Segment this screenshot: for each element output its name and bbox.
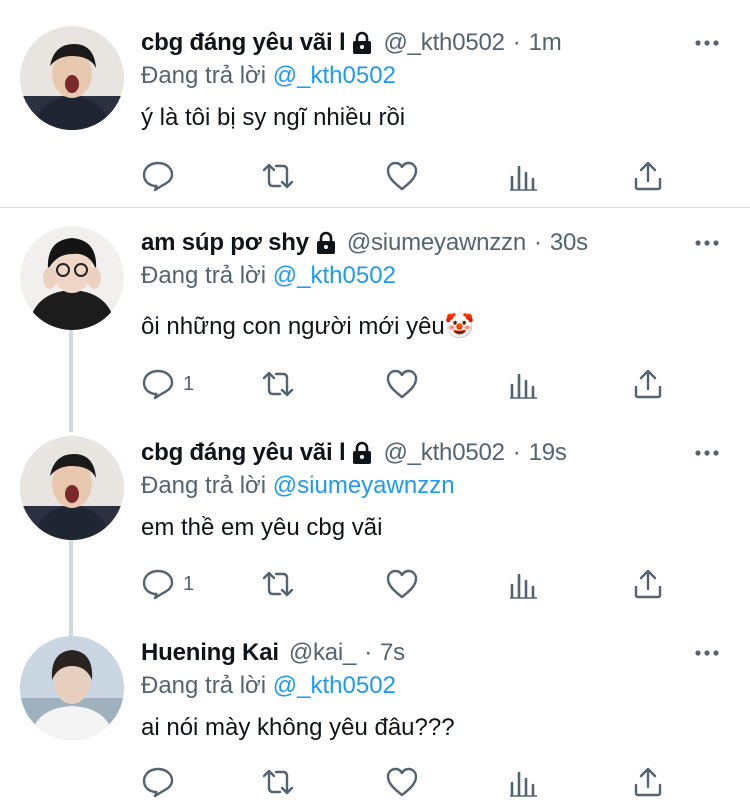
mention-link[interactable]: @siumeyawnzzn xyxy=(273,472,455,499)
user-handle[interactable]: @_kth0502 xyxy=(383,29,505,57)
timestamp[interactable]: 1m xyxy=(529,29,562,57)
action-bar xyxy=(141,764,681,800)
views-icon xyxy=(510,573,537,599)
share-icon xyxy=(634,767,662,797)
more-icon[interactable] xyxy=(694,230,720,256)
like-button[interactable] xyxy=(385,158,419,194)
retweet-icon xyxy=(262,163,294,189)
display-name[interactable]: am súp pơ shy xyxy=(141,229,309,257)
share-icon xyxy=(634,369,662,399)
mention-link[interactable]: @_kth0502 xyxy=(273,672,396,699)
share-icon xyxy=(634,161,662,191)
display-name[interactable]: cbg đáng yêu vãi l xyxy=(141,439,346,467)
tweet[interactable]: Huening Kai @kai_ · 7s Đang trả lời @_kt… xyxy=(0,636,750,809)
replying-label: Đang trả lời xyxy=(141,472,267,499)
user-handle[interactable]: @kai_ xyxy=(289,639,357,667)
like-button[interactable] xyxy=(385,566,419,602)
tweet-text: ý là tôi bị sy ngĩ nhiều rồi xyxy=(141,104,406,131)
share-button[interactable] xyxy=(631,764,665,800)
tweet[interactable]: cbg đáng yêu vãi l @_kth0502 · 19s Đang … xyxy=(0,436,750,626)
user-handle[interactable]: @siumeyawnzzn xyxy=(347,229,526,257)
reply-button[interactable] xyxy=(141,764,183,800)
share-button[interactable] xyxy=(631,566,665,602)
like-button[interactable] xyxy=(385,366,419,402)
display-name[interactable]: cbg đáng yêu vãi l xyxy=(141,29,346,57)
retweet-icon xyxy=(262,571,294,597)
reply-button[interactable] xyxy=(141,158,183,194)
action-bar: 1 xyxy=(141,566,681,602)
like-button[interactable] xyxy=(385,764,419,800)
avatar[interactable] xyxy=(20,226,124,330)
action-bar: 1 xyxy=(141,366,681,402)
like-icon xyxy=(386,161,418,191)
timestamp[interactable]: 19s xyxy=(529,439,567,467)
reply-count: 1 xyxy=(183,372,195,395)
retweet-icon xyxy=(262,371,294,397)
share-button[interactable] xyxy=(631,366,665,402)
views-icon xyxy=(510,771,537,797)
reply-icon xyxy=(142,767,174,798)
replying-to: Đang trả lời @_kth0502 xyxy=(141,62,396,90)
reply-icon xyxy=(142,369,174,400)
views-button[interactable] xyxy=(507,764,541,800)
lock-icon xyxy=(351,31,373,55)
mention-link[interactable]: @_kth0502 xyxy=(273,62,396,89)
reply-icon xyxy=(142,161,174,192)
separator-dot: · xyxy=(512,29,521,56)
replying-label: Đang trả lời xyxy=(141,262,267,289)
reply-count: 1 xyxy=(183,572,195,595)
separator-dot: · xyxy=(512,439,521,466)
replying-label: Đang trả lời xyxy=(141,672,267,699)
retweet-button[interactable] xyxy=(261,158,295,194)
timestamp[interactable]: 7s xyxy=(380,639,405,667)
divider xyxy=(0,207,750,208)
separator-dot: · xyxy=(364,639,373,666)
more-icon[interactable] xyxy=(694,440,720,466)
avatar[interactable] xyxy=(20,636,124,740)
avatar[interactable] xyxy=(20,436,124,540)
more-icon[interactable] xyxy=(694,30,720,56)
replying-to: Đang trả lời @_kth0502 xyxy=(141,262,396,290)
avatar[interactable] xyxy=(20,26,124,130)
like-icon xyxy=(386,369,418,399)
replying-to: Đang trả lời @siumeyawnzzn xyxy=(141,472,455,500)
tweet[interactable]: cbg đáng yêu vãi l @_kth0502 · 1m Đang t… xyxy=(0,26,750,208)
reply-button[interactable]: 1 xyxy=(141,566,194,602)
more-icon[interactable] xyxy=(694,640,720,666)
retweet-icon xyxy=(262,769,294,795)
retweet-button[interactable] xyxy=(261,764,295,800)
mention-link[interactable]: @_kth0502 xyxy=(273,262,396,289)
views-icon xyxy=(510,165,537,191)
reply-icon xyxy=(142,569,174,600)
lock-icon xyxy=(315,231,337,255)
views-button[interactable] xyxy=(507,366,541,402)
retweet-button[interactable] xyxy=(261,366,295,402)
replying-to: Đang trả lời @_kth0502 xyxy=(141,672,396,700)
reply-button[interactable]: 1 xyxy=(141,366,194,402)
tweet-text: em thề em yêu cbg vãi xyxy=(141,514,383,541)
like-icon xyxy=(386,569,418,599)
action-bar xyxy=(141,158,681,194)
replying-label: Đang trả lời xyxy=(141,62,267,89)
retweet-button[interactable] xyxy=(261,566,295,602)
views-button[interactable] xyxy=(507,158,541,194)
tweet-text: ôi những con người mới yêu🤡 xyxy=(141,313,475,340)
share-button[interactable] xyxy=(631,158,665,194)
display-name[interactable]: Huening Kai xyxy=(141,639,279,667)
share-icon xyxy=(634,569,662,599)
views-button[interactable] xyxy=(507,566,541,602)
lock-icon xyxy=(351,441,373,465)
user-handle[interactable]: @_kth0502 xyxy=(383,439,505,467)
separator-dot: · xyxy=(534,229,542,256)
tweet[interactable]: am súp pơ shy @siumeyawnzzn · 30s Đang t… xyxy=(0,226,750,416)
timestamp[interactable]: 30s xyxy=(550,229,588,257)
like-icon xyxy=(386,767,418,797)
views-icon xyxy=(510,373,537,399)
tweet-text: ai nói mày không yêu đâu??? xyxy=(141,714,455,741)
